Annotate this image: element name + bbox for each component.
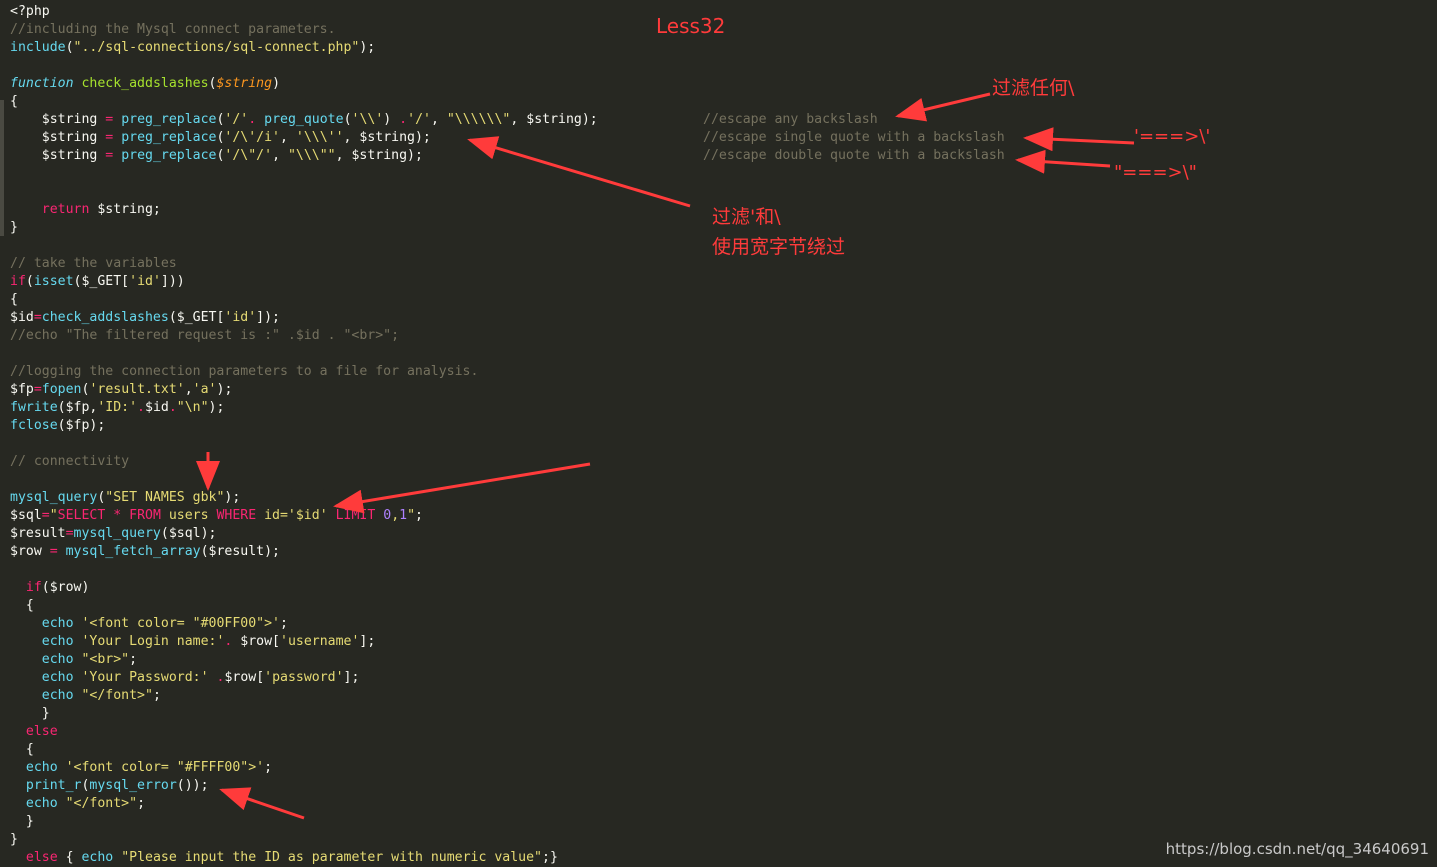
annotation-arrows	[196, 92, 1135, 820]
watermark: https://blog.csdn.net/qq_34640691	[1165, 840, 1429, 858]
arrow-to-sql-query	[333, 462, 591, 514]
arrow-to-backslash-comment	[895, 92, 991, 122]
arrow-to-mysql-error	[219, 787, 305, 820]
arrow-to-replace-lines	[467, 136, 691, 208]
arrow-to-double-quote-comment	[1015, 149, 1111, 174]
arrow-to-single-quote-comment	[1023, 127, 1135, 152]
